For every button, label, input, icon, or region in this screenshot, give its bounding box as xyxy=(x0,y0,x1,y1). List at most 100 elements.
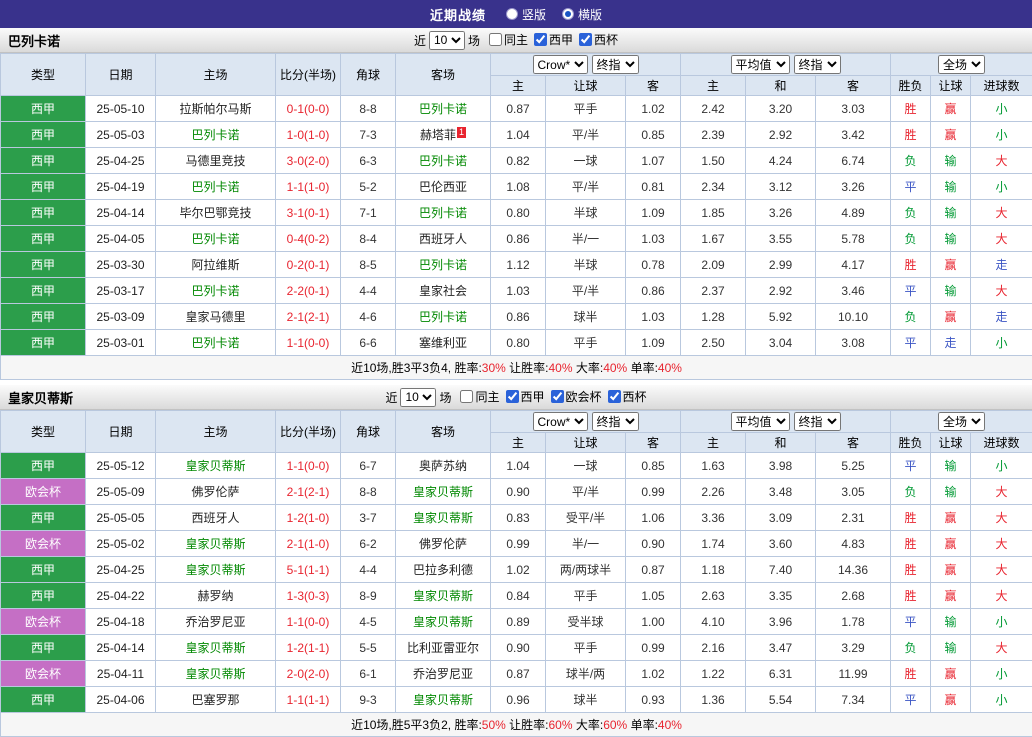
handicap-result-cell: 赢 xyxy=(931,505,971,531)
full-match-select[interactable]: 全场 xyxy=(938,55,985,74)
checkbox-input-同主[interactable] xyxy=(489,33,502,46)
away-team-link[interactable]: 巴列卡诺 xyxy=(396,200,491,226)
checkbox-input-西甲[interactable] xyxy=(534,33,547,46)
checkbox-label: 西杯 xyxy=(594,31,618,48)
odds-home-cell: 1.12 xyxy=(491,252,546,278)
avg-away-cell: 5.25 xyxy=(816,453,891,479)
home-team-link[interactable]: 皇家贝蒂斯 xyxy=(156,661,276,687)
away-team-link[interactable]: 赫塔菲1 xyxy=(396,122,491,148)
col-header-avg-away: 客 xyxy=(816,76,891,96)
average-select[interactable]: 平均值 xyxy=(731,55,790,74)
away-team-link[interactable]: 塞维利亚 xyxy=(396,330,491,356)
filter-checkbox-同主[interactable]: 同主 xyxy=(454,388,499,405)
goals-result-cell: 小 xyxy=(971,330,1032,356)
col-header-date: 日期 xyxy=(86,411,156,453)
checkbox-input-西杯[interactable] xyxy=(608,390,621,403)
home-team-link[interactable]: 乔治罗尼亚 xyxy=(156,609,276,635)
away-team-link[interactable]: 皇家贝蒂斯 xyxy=(396,479,491,505)
odds-company-select[interactable]: Crow* xyxy=(533,55,588,74)
col-header-date: 日期 xyxy=(86,54,156,96)
away-team-link[interactable]: 巴伦西亚 xyxy=(396,174,491,200)
home-team-link[interactable]: 皇家贝蒂斯 xyxy=(156,531,276,557)
near-label: 近 xyxy=(414,32,426,49)
filter-checkbox-同主[interactable]: 同主 xyxy=(483,31,528,48)
avg-final-select[interactable]: 终指 xyxy=(794,412,841,431)
home-team-link[interactable]: 拉斯帕尔马斯 xyxy=(156,96,276,122)
match-row: 西甲25-04-06巴塞罗那1-1(1-1)9-3皇家贝蒂斯0.96球半0.93… xyxy=(1,687,1032,713)
checkbox-input-西甲[interactable] xyxy=(506,390,519,403)
away-team-link[interactable]: 皇家贝蒂斯 xyxy=(396,687,491,713)
filter-checkbox-西甲[interactable]: 西甲 xyxy=(500,388,545,405)
home-team-link[interactable]: 巴列卡诺 xyxy=(156,278,276,304)
match-count-select[interactable]: 10 xyxy=(429,31,465,50)
home-team-link[interactable]: 巴塞罗那 xyxy=(156,687,276,713)
avg-away-cell: 1.78 xyxy=(816,609,891,635)
odds-selects-cell: Crow*终指 xyxy=(491,411,681,433)
home-team-link[interactable]: 马德里竞技 xyxy=(156,148,276,174)
filter-checkbox-西杯[interactable]: 西杯 xyxy=(602,388,647,405)
filter-checkbox-西甲[interactable]: 西甲 xyxy=(528,31,573,48)
average-select[interactable]: 平均值 xyxy=(731,412,790,431)
avg-final-select[interactable]: 终指 xyxy=(794,55,841,74)
match-count-select[interactable]: 10 xyxy=(400,388,436,407)
odds-final-select[interactable]: 终指 xyxy=(592,412,639,431)
checkbox-input-欧会杯[interactable] xyxy=(551,390,564,403)
home-team-link[interactable]: 赫罗纳 xyxy=(156,583,276,609)
full-match-select[interactable]: 全场 xyxy=(938,412,985,431)
checkbox-input-西杯[interactable] xyxy=(579,33,592,46)
away-team-link[interactable]: 奥萨苏纳 xyxy=(396,453,491,479)
home-team-link[interactable]: 皇家贝蒂斯 xyxy=(156,557,276,583)
away-team-link[interactable]: 比利亚雷亚尔 xyxy=(396,635,491,661)
goals-result-cell: 大 xyxy=(971,200,1032,226)
home-team-link[interactable]: 西班牙人 xyxy=(156,505,276,531)
filter-checkbox-欧会杯[interactable]: 欧会杯 xyxy=(545,388,602,405)
summary-stat-label: 让胜率: xyxy=(506,361,549,375)
wdl-result-cell: 胜 xyxy=(891,252,931,278)
filter-checkboxes: 同主西甲欧会杯西杯 xyxy=(454,388,646,406)
odds-away-cell: 0.99 xyxy=(626,479,681,505)
away-team-link[interactable]: 巴列卡诺 xyxy=(396,96,491,122)
away-team-link[interactable]: 皇家贝蒂斯 xyxy=(396,583,491,609)
handicap-result-cell: 输 xyxy=(931,635,971,661)
odds-company-select[interactable]: Crow* xyxy=(533,412,588,431)
away-team-link[interactable]: 西班牙人 xyxy=(396,226,491,252)
away-team-link[interactable]: 皇家贝蒂斯 xyxy=(396,505,491,531)
home-team-link[interactable]: 巴列卡诺 xyxy=(156,174,276,200)
home-team-link[interactable]: 巴列卡诺 xyxy=(156,226,276,252)
away-team-link[interactable]: 乔治罗尼亚 xyxy=(396,661,491,687)
match-date-cell: 25-05-05 xyxy=(86,505,156,531)
filter-checkbox-西杯[interactable]: 西杯 xyxy=(573,31,618,48)
home-team-link[interactable]: 阿拉维斯 xyxy=(156,252,276,278)
odds-final-select[interactable]: 终指 xyxy=(592,55,639,74)
away-team-link[interactable]: 皇家社会 xyxy=(396,278,491,304)
home-team-link[interactable]: 佛罗伦萨 xyxy=(156,479,276,505)
wdl-result-cell: 平 xyxy=(891,278,931,304)
home-team-link[interactable]: 皇家贝蒂斯 xyxy=(156,453,276,479)
wdl-result-cell: 负 xyxy=(891,479,931,505)
away-team-link[interactable]: 巴列卡诺 xyxy=(396,148,491,174)
match-row: 西甲25-05-12皇家贝蒂斯1-1(0-0)6-7奥萨苏纳1.04一球0.85… xyxy=(1,453,1032,479)
away-team-link[interactable]: 巴列卡诺 xyxy=(396,252,491,278)
col-header-odds-handicap: 让球 xyxy=(546,76,626,96)
league-type-cell: 西甲 xyxy=(1,278,86,304)
away-team-link[interactable]: 巴列卡诺 xyxy=(396,304,491,330)
home-team-link[interactable]: 皇家贝蒂斯 xyxy=(156,635,276,661)
corner-cell: 5-5 xyxy=(341,635,396,661)
league-type-cell: 西甲 xyxy=(1,635,86,661)
home-team-link[interactable]: 皇家马德里 xyxy=(156,304,276,330)
away-team-link[interactable]: 佛罗伦萨 xyxy=(396,531,491,557)
corner-cell: 5-2 xyxy=(341,174,396,200)
odds-handicap-cell: 受半球 xyxy=(546,609,626,635)
home-team-link[interactable]: 巴列卡诺 xyxy=(156,122,276,148)
away-team-link[interactable]: 皇家贝蒂斯 xyxy=(396,609,491,635)
layout-radio-horizontal[interactable]: 横版 xyxy=(562,6,602,23)
home-team-link[interactable]: 巴列卡诺 xyxy=(156,330,276,356)
away-team-link[interactable]: 巴拉多利德 xyxy=(396,557,491,583)
home-team-link[interactable]: 毕尔巴鄂竞技 xyxy=(156,200,276,226)
col-header-avg-home: 主 xyxy=(681,76,746,96)
checkbox-input-同主[interactable] xyxy=(460,390,473,403)
goals-result-cell: 走 xyxy=(971,252,1032,278)
score-cell: 2-0(2-0) xyxy=(276,661,341,687)
goals-result-cell: 大 xyxy=(971,583,1032,609)
layout-radio-vertical[interactable]: 竖版 xyxy=(506,6,546,23)
